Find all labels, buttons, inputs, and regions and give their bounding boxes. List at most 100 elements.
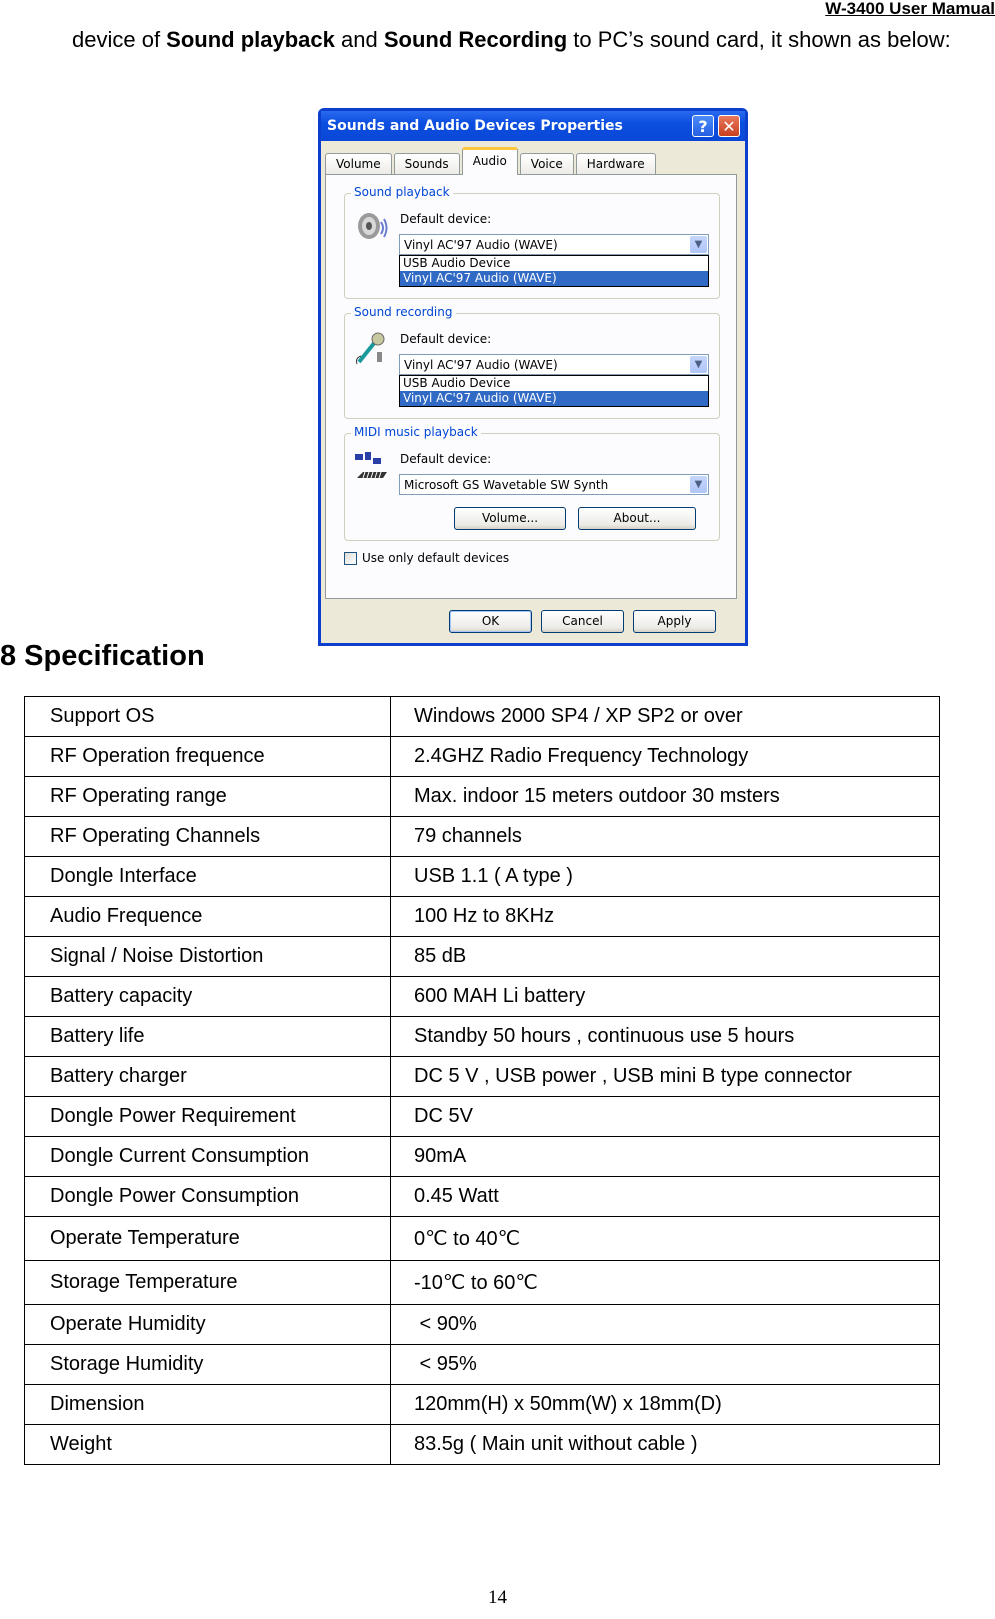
playback-device-dropdown-list: USB Audio Device Vinyl AC'97 Audio (WAVE… [399,255,709,287]
midi-keyboard-icon [355,452,387,479]
default-device-label: Default device: [400,212,492,226]
spec-key: Audio Frequence [24,896,391,937]
intro-paragraph: device of Sound playback and Sound Recor… [72,18,992,61]
spec-value: 85 dB [390,936,940,977]
spec-value: < 90% [390,1304,940,1345]
spec-key: Dongle Current Consumption [24,1136,391,1177]
intro-mid: and [334,27,384,52]
spec-value: 79 channels [390,816,940,857]
group-legend: MIDI music playback [351,425,481,439]
spec-value: 2.4GHZ Radio Frequency Technology [390,736,940,777]
spec-key: RF Operating range [24,776,391,817]
group-legend: Sound playback [351,185,453,199]
ok-button[interactable]: OK [449,610,532,633]
spec-row: RF Operating range Max. indoor 15 meters … [24,776,940,817]
spec-key: Battery capacity [24,976,391,1017]
tab-sounds[interactable]: Sounds [393,153,460,175]
chevron-down-icon[interactable]: ▼ [690,476,707,493]
spec-row: Support OS Windows 2000 SP4 / XP SP2 or o… [24,696,940,737]
midi-playback-group: MIDI music playback Default device: Micr… [344,425,720,541]
specification-table: Support OS Windows 2000 SP4 / XP SP2 or o… [24,696,940,1465]
spec-row: Dongle Power Requirement DC 5V [24,1096,940,1137]
spec-value: 0℃ to 40℃ [390,1216,940,1261]
sound-playback-group: Sound playback Default device: Vinyl AC'… [344,185,720,299]
spec-key: Dongle Power Consumption [24,1176,391,1217]
dialog-titlebar[interactable]: Sounds and Audio Devices Properties ? ✕ [321,111,745,141]
checkbox-label: Use only default devices [362,551,510,565]
spec-row: Operate Temperature 0℃ to 40℃ [24,1216,940,1261]
spec-value: DC 5V [390,1096,940,1137]
close-icon: ✕ [722,117,736,136]
spec-key: RF Operating Channels [24,816,391,857]
cancel-button[interactable]: Cancel [541,610,624,633]
use-default-devices-checkbox[interactable] [344,551,357,565]
sounds-audio-properties-dialog: Sounds and Audio Devices Properties ? ✕ … [318,108,748,646]
spec-row: Weight 83.5g ( Main unit without cable ) [24,1424,940,1465]
chevron-down-icon[interactable]: ▼ [690,356,707,373]
spec-key: Support OS [24,696,391,737]
selected-value: Vinyl AC'97 Audio (WAVE) [404,358,558,372]
dropdown-option-highlighted[interactable]: Vinyl AC'97 Audio (WAVE) [400,391,708,406]
spec-row: RF Operating Channels 79 channels [24,816,940,857]
recording-device-select[interactable]: Vinyl AC'97 Audio (WAVE) ▼ [399,354,709,375]
document-header-title: W-3400 User Mamual [825,0,995,18]
tab-audio[interactable]: Audio [461,147,518,175]
spec-value: USB 1.1 ( A type ) [390,856,940,897]
chevron-down-icon[interactable]: ▼ [690,236,707,253]
spec-row: Signal / Noise Distortion 85 dB [24,936,940,977]
spec-row: RF Operation frequence 2.4GHZ Radio Frequ… [24,736,940,777]
spec-row: Audio Frequence 100 Hz to 8KHz [24,896,940,937]
spec-value: 0.45 Watt [390,1176,940,1217]
tab-voice[interactable]: Voice [519,153,574,175]
spec-row: Dimension 120mm(H) x 50mm(W) x 18mm(D) [24,1384,940,1425]
spec-row: Dongle Current Consumption 90mA [24,1136,940,1177]
spec-key: Storage Temperature [24,1260,391,1305]
playback-device-select[interactable]: Vinyl AC'97 Audio (WAVE) ▼ [399,234,709,255]
spec-row: Battery capacity 600 MAH Li battery [24,976,940,1017]
help-icon: ? [698,117,708,136]
spec-row: Battery life Standby 50 hours , continuou… [24,1016,940,1057]
intro-bold-playback: Sound playback [166,27,335,52]
spec-row: Battery charger DC 5 V , USB power , USB … [24,1056,940,1097]
spec-key: Dongle Interface [24,856,391,897]
spec-key: Dimension [24,1384,391,1425]
recording-device-dropdown-list: USB Audio Device Vinyl AC'97 Audio (WAVE… [399,375,709,407]
tab-strip: Volume Sounds Audio Voice Hardware [325,147,658,175]
spec-key: Weight [24,1424,391,1465]
spec-row: Storage Humidity < 95% [24,1344,940,1385]
help-button[interactable]: ? [692,115,714,137]
spec-value: Standby 50 hours , continuous use 5 hour… [390,1016,940,1057]
use-default-devices-row[interactable]: Use only default devices [344,551,509,565]
intro-prefix: device of [72,27,167,52]
default-device-label: Default device: [400,332,492,346]
spec-key: Battery charger [24,1056,391,1097]
spec-value: < 95% [390,1344,940,1385]
tab-hardware[interactable]: Hardware [575,153,656,175]
midi-about-button[interactable]: About... [578,507,696,530]
microphone-icon [356,332,385,365]
dropdown-option[interactable]: USB Audio Device [400,256,708,271]
sound-recording-group: Sound recording Default device: Vinyl AC… [344,305,720,419]
selected-value: Microsoft GS Wavetable SW Synth [404,478,609,492]
spec-row: Operate Humidity < 90% [24,1304,940,1345]
apply-button[interactable]: Apply [633,610,716,633]
midi-device-select[interactable]: Microsoft GS Wavetable SW Synth ▼ [399,474,709,495]
spec-key: Operate Humidity [24,1304,391,1345]
selected-value: Vinyl AC'97 Audio (WAVE) [404,238,558,252]
spec-key: Operate Temperature [24,1216,391,1261]
tab-volume[interactable]: Volume [325,153,392,175]
dropdown-option-highlighted[interactable]: Vinyl AC'97 Audio (WAVE) [400,271,708,286]
spec-value: 600 MAH Li battery [390,976,940,1017]
midi-volume-button[interactable]: Volume... [454,507,566,530]
spec-row: Dongle Power Consumption 0.45 Watt [24,1176,940,1217]
page-number: 14 [488,1587,507,1608]
spec-value: Max. indoor 15 meters outdoor 30 msters [390,776,940,817]
spec-row: Storage Temperature -10℃ to 60℃ [24,1260,940,1305]
spec-value: 83.5g ( Main unit without cable ) [390,1424,940,1465]
spec-value: DC 5 V , USB power , USB mini B type con… [390,1056,940,1097]
dropdown-option[interactable]: USB Audio Device [400,376,708,391]
specification-heading: 8 Specification [0,640,205,672]
close-button[interactable]: ✕ [718,115,740,137]
spec-value: -10℃ to 60℃ [390,1260,940,1305]
dialog-client-area: Volume Sounds Audio Voice Hardware Sound… [321,141,745,643]
